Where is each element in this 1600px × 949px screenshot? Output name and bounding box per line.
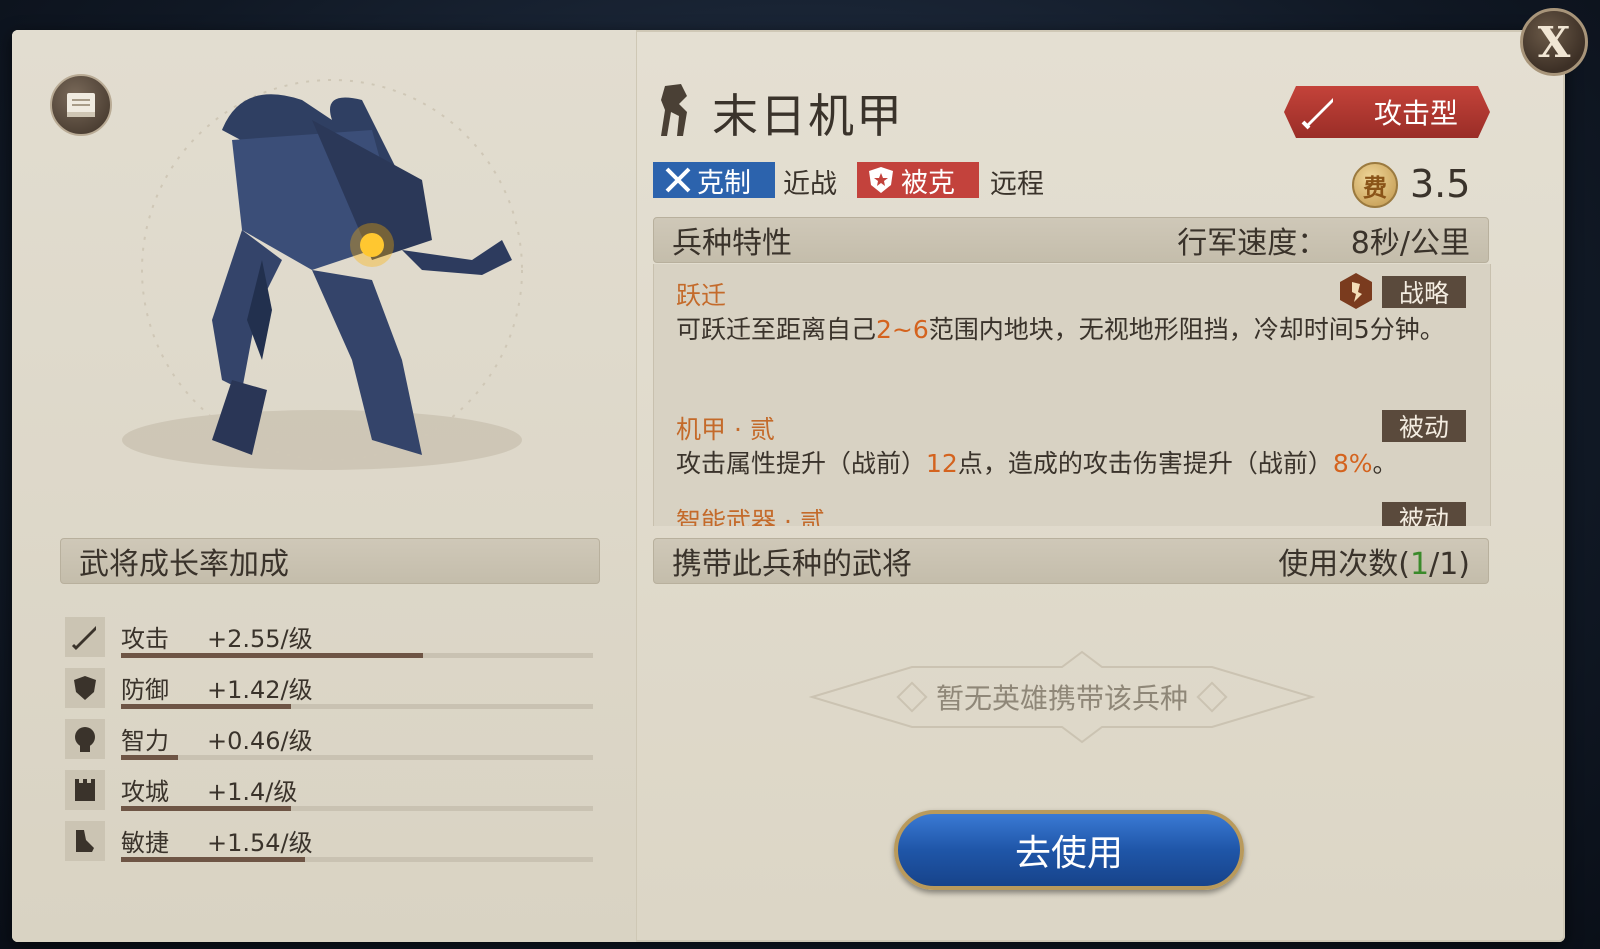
sword-icon bbox=[65, 617, 105, 657]
countered-label: 被克 bbox=[901, 167, 955, 199]
left-column: 武将成长率加成 攻击 +2.55/级防御 +1.42/级智力 +0.46/级攻城 +1.… bbox=[12, 30, 637, 942]
trait-description: 可跃迁至距离自己2~6范围内地块，无视地形阻挡，冷却时间5分钟。 bbox=[676, 315, 1445, 344]
usage-count: 使用次数(1/1) bbox=[1278, 547, 1470, 582]
cost-coin-icon: 费 bbox=[1352, 162, 1398, 208]
traits-scroll-list[interactable]: 跃迁 战略 可跃迁至距离自己2~6范围内地块，无视地形阻挡，冷却时间5分钟。 机… bbox=[653, 264, 1491, 526]
trait-item: 智能武器 · 贰 被动 bbox=[676, 502, 1476, 526]
stat-name: 敏捷 bbox=[121, 829, 169, 857]
stat-value: +1.54/级 bbox=[207, 829, 313, 857]
stat-bar-fill bbox=[121, 653, 424, 658]
unit-name: 末日机甲 bbox=[712, 89, 904, 143]
carriers-title: 携带此兵种的武将 bbox=[672, 547, 912, 582]
trait-tag: 战略 bbox=[1382, 276, 1466, 308]
stat-bar bbox=[121, 653, 593, 658]
growth-stat-row: 攻城 +1.4/级 bbox=[65, 768, 595, 812]
countered-tag: 被克 bbox=[857, 162, 979, 199]
boot-icon bbox=[65, 821, 105, 861]
growth-stat-row: 攻击 +2.55/级 bbox=[65, 615, 595, 659]
stat-bar bbox=[121, 704, 593, 709]
sword-icon bbox=[1284, 86, 1354, 138]
growth-section-header: 武将成长率加成 bbox=[60, 538, 600, 584]
stat-name: 防御 bbox=[121, 676, 169, 704]
stat-name: 智力 bbox=[121, 727, 169, 755]
trait-name: 智能武器 · 贰 bbox=[676, 507, 825, 526]
traits-title: 兵种特性 bbox=[672, 226, 792, 261]
unit-type-badge: 攻击型 bbox=[1284, 86, 1490, 138]
cost-value: 3.5 bbox=[1410, 162, 1471, 206]
use-button[interactable]: 去使用 bbox=[894, 810, 1244, 890]
stat-bar bbox=[121, 755, 593, 760]
trait-tag: 被动 bbox=[1382, 502, 1466, 526]
stat-bar-fill bbox=[121, 704, 291, 709]
mech-unit-image bbox=[122, 79, 523, 470]
growth-stat-row: 敏捷 +1.54/级 bbox=[65, 819, 595, 863]
stat-bar-fill bbox=[121, 806, 291, 811]
counter-target: 近战 bbox=[783, 169, 837, 200]
stat-bar-fill bbox=[121, 755, 178, 760]
crossed-swords-icon bbox=[665, 167, 691, 193]
growth-stat-row: 智力 +0.46/级 bbox=[65, 717, 595, 761]
tower-icon bbox=[65, 770, 105, 810]
close-button[interactable]: X bbox=[1520, 8, 1588, 76]
trait-item: 跃迁 战略 可跃迁至距离自己2~6范围内地块，无视地形阻挡，冷却时间5分钟。 bbox=[676, 273, 1476, 346]
growth-stat-row: 防御 +1.42/级 bbox=[65, 666, 595, 710]
trait-name: 机甲 · 贰 bbox=[676, 415, 775, 444]
stat-value: +1.4/级 bbox=[207, 778, 298, 806]
stat-name: 攻城 bbox=[121, 778, 169, 806]
shield-star-icon bbox=[869, 167, 893, 193]
trait-description: 攻击属性提升（战前）12点，造成的攻击伤害提升（战前）8%。 bbox=[676, 449, 1398, 478]
shield-icon bbox=[65, 668, 105, 708]
stat-bar bbox=[121, 806, 593, 811]
trait-tag: 被动 bbox=[1382, 410, 1466, 442]
trait-item: 机甲 · 贰 被动 攻击属性提升（战前）12点，造成的攻击伤害提升（战前）8%。 bbox=[676, 410, 1476, 480]
counter-tag: 克制 bbox=[653, 162, 775, 199]
march-speed-value: 8秒/公里 bbox=[1350, 226, 1470, 261]
unit-type-label: 攻击型 bbox=[1374, 97, 1459, 130]
mech-silhouette-icon bbox=[661, 84, 687, 136]
countered-target: 远程 bbox=[990, 169, 1044, 200]
traits-section-header: 兵种特性 行军速度： 8秒/公里 bbox=[653, 217, 1489, 263]
strategy-icon bbox=[1340, 273, 1372, 309]
growth-title: 武将成长率加成 bbox=[79, 547, 289, 582]
counter-label: 克制 bbox=[697, 167, 751, 199]
head-icon bbox=[65, 719, 105, 759]
stat-value: +1.42/级 bbox=[207, 676, 313, 704]
stat-value: +0.46/级 bbox=[207, 727, 313, 755]
unit-detail-panel: 武将成长率加成 攻击 +2.55/级防御 +1.42/级智力 +0.46/级攻城 +1.… bbox=[12, 30, 1565, 942]
march-speed-label: 行军速度： bbox=[1177, 226, 1328, 261]
empty-carriers-banner: 暂无英雄携带该兵种 bbox=[792, 642, 1332, 752]
stat-value: +2.55/级 bbox=[207, 625, 313, 653]
stat-name: 攻击 bbox=[121, 625, 169, 653]
carriers-section-header: 携带此兵种的武将 使用次数(1/1) bbox=[653, 538, 1489, 584]
stat-bar bbox=[121, 857, 593, 862]
stat-bar-fill bbox=[121, 857, 306, 862]
empty-carriers-text: 暂无英雄携带该兵种 bbox=[935, 682, 1188, 715]
